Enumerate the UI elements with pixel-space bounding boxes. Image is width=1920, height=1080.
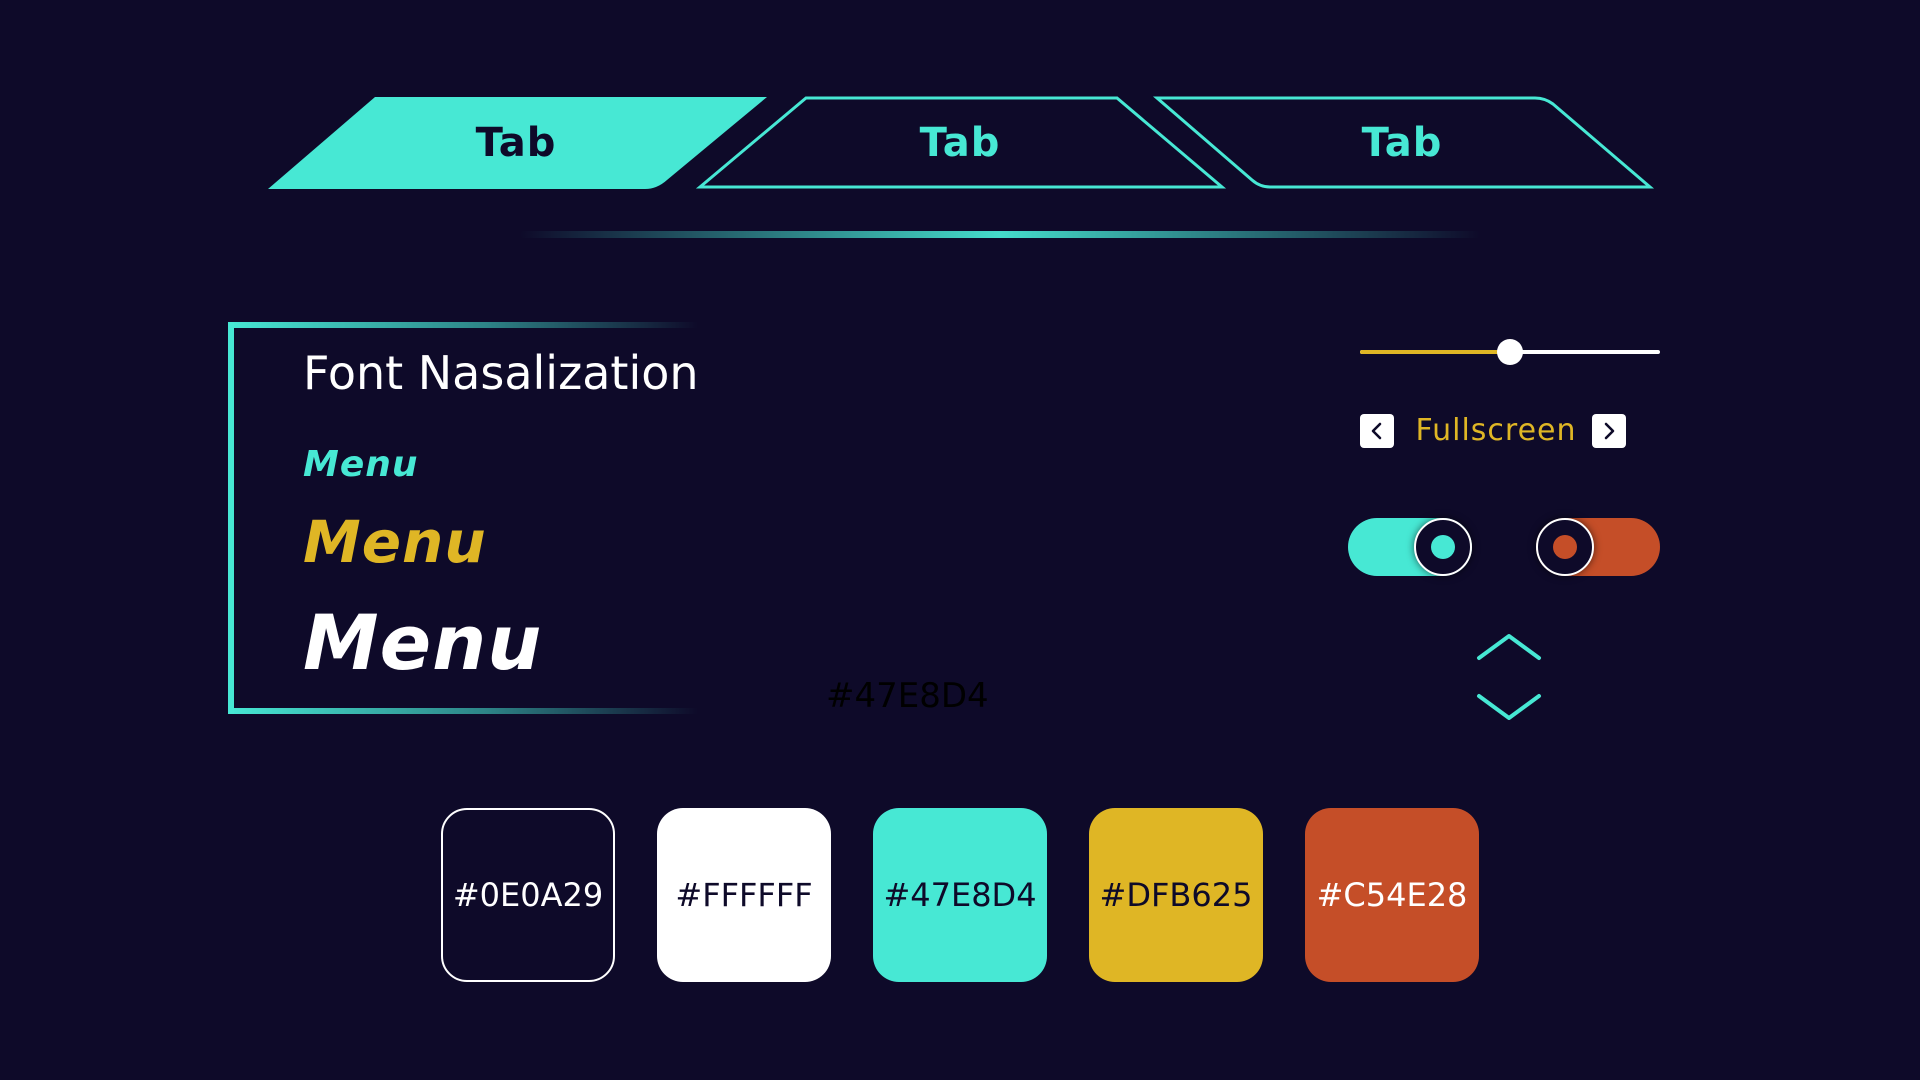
chevron-up-icon[interactable] — [1474, 628, 1544, 668]
toggle-on-knob — [1414, 518, 1472, 576]
font-panel-title: Font Nasalization — [303, 346, 699, 400]
tab-1[interactable]: Tab — [268, 97, 767, 189]
slider-thumb[interactable] — [1497, 339, 1523, 365]
color-swatch-gold[interactable]: #DFB625 — [1089, 808, 1263, 982]
menu-sample-small[interactable]: Menu — [303, 444, 419, 485]
chevron-down-icon[interactable] — [1474, 686, 1544, 726]
floating-color-label: #47E8D4 — [826, 676, 989, 716]
fullscreen-label: Fullscreen — [1415, 413, 1577, 448]
menu-sample-large[interactable]: Menu — [303, 598, 542, 687]
tab-3-label: Tab — [1362, 120, 1443, 166]
toggle-on-dot — [1431, 535, 1455, 559]
toggle-off-dot — [1553, 535, 1577, 559]
prev-option-button[interactable] — [1360, 414, 1394, 448]
tab-2-label: Tab — [920, 120, 1001, 166]
volume-slider[interactable] — [1360, 334, 1660, 370]
tab-3[interactable]: Tab — [1152, 96, 1655, 189]
fullscreen-selector: Fullscreen — [1360, 414, 1626, 450]
tab-1-label: Tab — [476, 120, 557, 166]
toggle-on[interactable] — [1348, 518, 1472, 576]
next-option-button[interactable] — [1592, 414, 1626, 448]
color-swatch-navy[interactable]: #0E0A29 — [441, 808, 615, 982]
slider-fill — [1360, 350, 1510, 354]
tab-bar: Tab Tab Tab — [268, 96, 1655, 238]
tab-divider — [520, 231, 1480, 238]
color-swatch-teal[interactable]: #47E8D4 — [873, 808, 1047, 982]
toggle-off[interactable] — [1536, 518, 1660, 576]
tab-2[interactable]: Tab — [695, 96, 1227, 189]
color-swatch-white[interactable]: #FFFFFF — [657, 808, 831, 982]
color-swatch-orange[interactable]: #C54E28 — [1305, 808, 1479, 982]
chevron-left-icon — [1371, 422, 1382, 440]
toggle-off-knob — [1536, 518, 1594, 576]
menu-sample-medium[interactable]: Menu — [303, 508, 487, 576]
chevron-right-icon — [1604, 422, 1615, 440]
